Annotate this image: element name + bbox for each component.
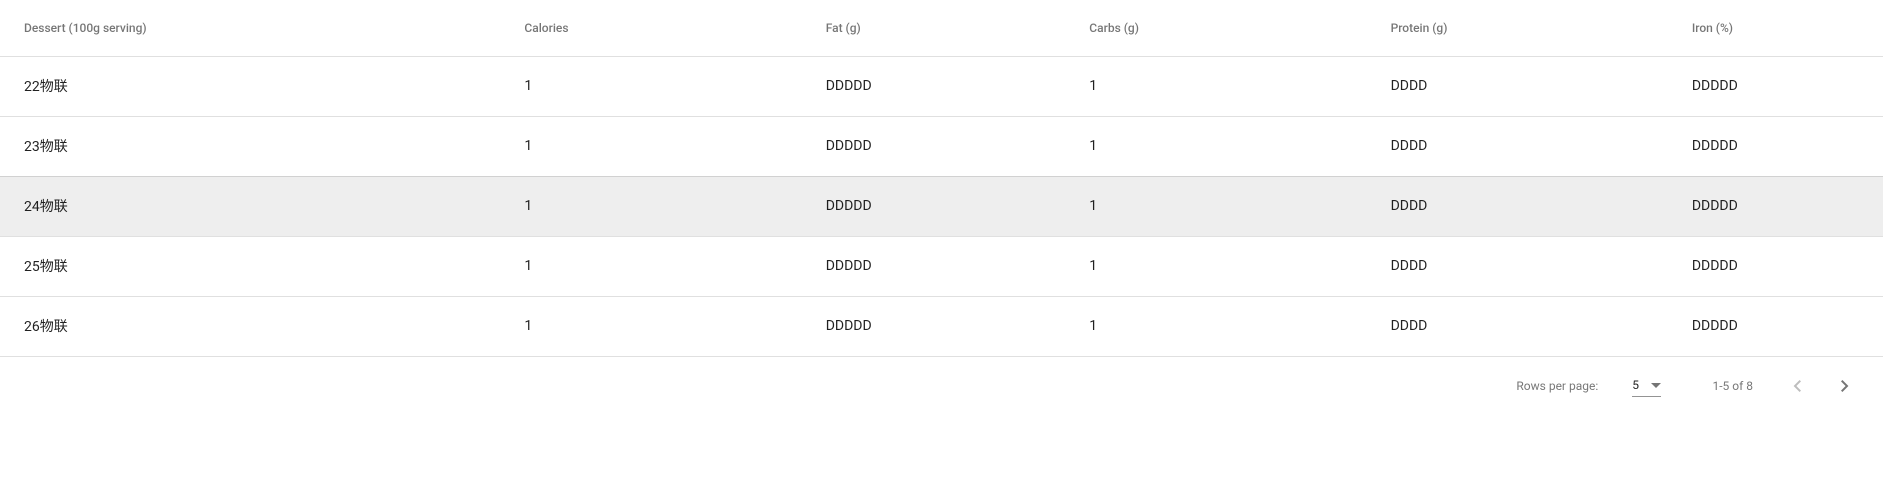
- cell-fat: DDDDD: [810, 176, 1074, 236]
- table-row[interactable]: 25物联1DDDDD1DDDDDDDDD: [0, 236, 1883, 296]
- cell-iron: DDDDD: [1676, 56, 1883, 116]
- chevron-left-icon: [1793, 380, 1801, 392]
- column-header-carbs[interactable]: Carbs (g): [1073, 0, 1374, 56]
- column-header-calories[interactable]: Calories: [508, 0, 809, 56]
- page-range: 1-5 of 8: [1693, 379, 1753, 393]
- column-header-fat[interactable]: Fat (g): [810, 0, 1074, 56]
- chevron-right-icon: [1841, 380, 1849, 392]
- table-row[interactable]: 23物联1DDDDD1DDDDDDDDD: [0, 116, 1883, 176]
- cell-protein: DDDD: [1375, 56, 1676, 116]
- cell-iron: DDDDD: [1676, 176, 1883, 236]
- data-table: Dessert (100g serving) Calories Fat (g) …: [0, 0, 1883, 357]
- cell-iron: DDDDD: [1676, 296, 1883, 356]
- table-row[interactable]: 24物联1DDDDD1DDDDDDDDD: [0, 176, 1883, 236]
- cell-dessert: 26物联: [0, 296, 508, 356]
- column-header-dessert[interactable]: Dessert (100g serving): [0, 0, 508, 56]
- cell-calories: 1: [508, 116, 809, 176]
- table-row[interactable]: 22物联1DDDDD1DDDDDDDDD: [0, 56, 1883, 116]
- next-page-button[interactable]: [1821, 362, 1869, 410]
- cell-carbs: 1: [1073, 296, 1374, 356]
- cell-fat: DDDDD: [810, 116, 1074, 176]
- cell-fat: DDDDD: [810, 296, 1074, 356]
- column-header-iron[interactable]: Iron (%): [1676, 0, 1883, 56]
- cell-calories: 1: [508, 296, 809, 356]
- cell-iron: DDDDD: [1676, 236, 1883, 296]
- column-header-protein[interactable]: Protein (g): [1375, 0, 1676, 56]
- cell-iron: DDDDD: [1676, 116, 1883, 176]
- cell-dessert: 25物联: [0, 236, 508, 296]
- cell-carbs: 1: [1073, 176, 1374, 236]
- cell-fat: DDDDD: [810, 236, 1074, 296]
- rows-per-page-value: 5: [1632, 378, 1639, 392]
- dropdown-icon: [1651, 383, 1661, 388]
- cell-carbs: 1: [1073, 56, 1374, 116]
- cell-protein: DDDD: [1375, 236, 1676, 296]
- table-header: Dessert (100g serving) Calories Fat (g) …: [0, 0, 1883, 56]
- rows-per-page-label: Rows per page:: [1516, 379, 1598, 393]
- cell-dessert: 24物联: [0, 176, 508, 236]
- cell-protein: DDDD: [1375, 296, 1676, 356]
- table-row[interactable]: 26物联1DDDDD1DDDDDDDDD: [0, 296, 1883, 356]
- cell-dessert: 22物联: [0, 56, 508, 116]
- cell-carbs: 1: [1073, 236, 1374, 296]
- table-body: 22物联1DDDDD1DDDDDDDDD23物联1DDDDD1DDDDDDDDD…: [0, 56, 1883, 356]
- cell-calories: 1: [508, 176, 809, 236]
- cell-dessert: 23物联: [0, 116, 508, 176]
- cell-fat: DDDDD: [810, 56, 1074, 116]
- cell-calories: 1: [508, 236, 809, 296]
- prev-page-button[interactable]: [1773, 362, 1821, 410]
- cell-protein: DDDD: [1375, 176, 1676, 236]
- cell-protein: DDDD: [1375, 116, 1676, 176]
- table-footer: Rows per page: 5 1-5 of 8: [0, 357, 1883, 415]
- cell-carbs: 1: [1073, 116, 1374, 176]
- cell-calories: 1: [508, 56, 809, 116]
- rows-per-page-select[interactable]: 5: [1632, 374, 1661, 397]
